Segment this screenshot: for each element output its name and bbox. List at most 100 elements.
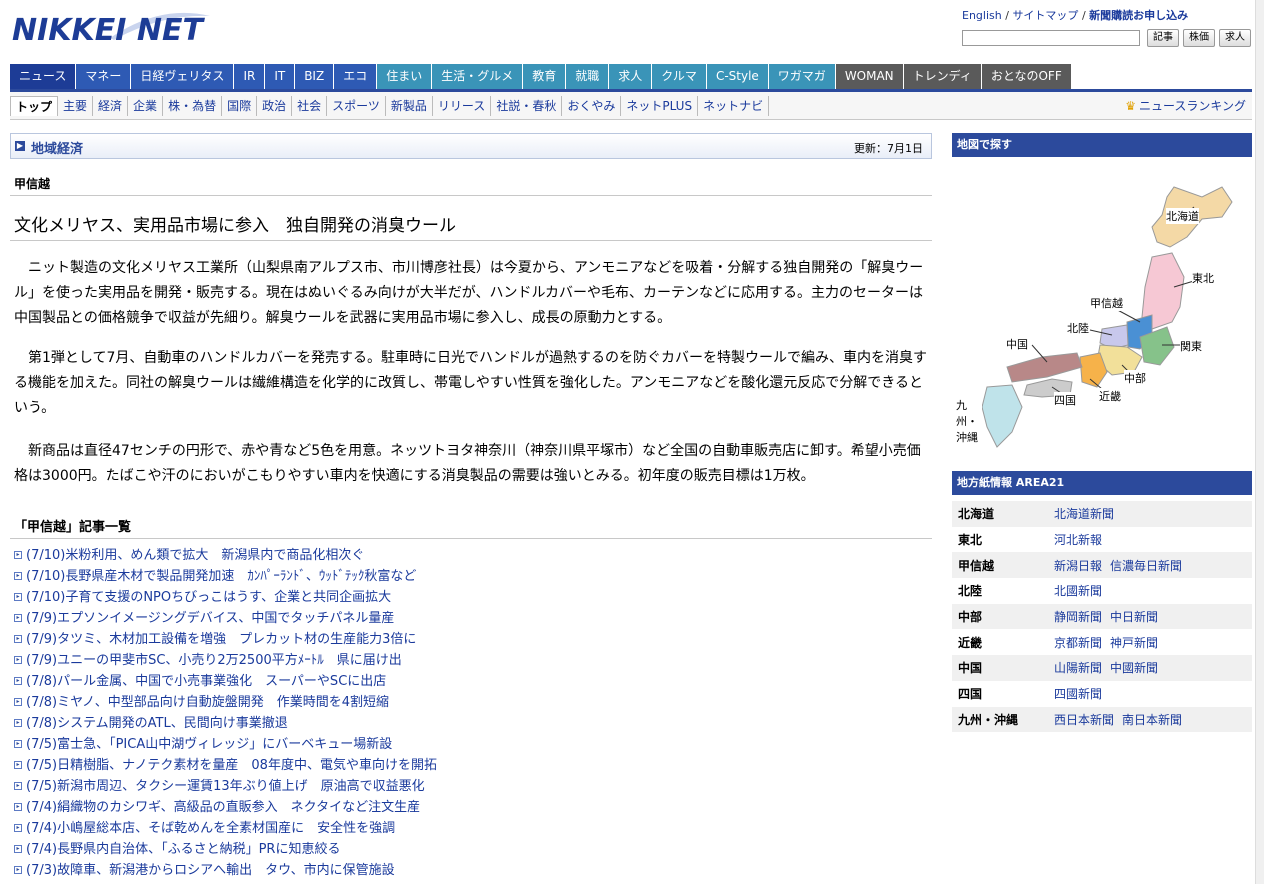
main-nav-tab[interactable]: ニュース bbox=[10, 64, 76, 89]
search-articles-button[interactable]: 記事 bbox=[1147, 29, 1179, 47]
sub-nav-tab[interactable]: リリース bbox=[433, 96, 492, 116]
list-item[interactable]: ▸ (7/9)ユニーの甲斐市SC、小売り2万2500平方ﾒｰﾄﾙ 県に届け出 bbox=[14, 650, 437, 671]
sub-nav-tab[interactable]: トップ bbox=[10, 96, 59, 116]
list-item[interactable]: ▸ (7/8)システム開発のATL、民間向け事業撤退 bbox=[14, 713, 437, 734]
sub-nav-tab[interactable]: 政治 bbox=[257, 96, 293, 116]
main-nav-tab[interactable]: 教育 bbox=[523, 64, 566, 89]
article-link[interactable]: (7/10)子育て支援のNPOちびっこはうす、企業と共同企画拡大 bbox=[26, 590, 391, 605]
list-item[interactable]: ▸ (7/5)日精樹脂、ナノテク素材を量産 08年度中、電気や車向けを開拓 bbox=[14, 755, 437, 776]
newspaper-link[interactable]: 河北新報 bbox=[1054, 533, 1102, 547]
list-item[interactable]: ▸ (7/4)長野県内自治体、「ふるさと納税」PRに知恵絞る bbox=[14, 839, 437, 860]
main-nav-tab[interactable]: マネー bbox=[76, 64, 131, 89]
sub-nav-tab[interactable]: ネットPLUS bbox=[621, 96, 699, 116]
article-link[interactable]: (7/10)長野県産木材で製品開発加速 ｶﾝﾊﾟｰﾗﾝﾄﾞ、ｳｯﾄﾞﾃｯｸ秋富な… bbox=[26, 569, 416, 584]
article-link[interactable]: (7/10)米粉利用、めん類で拡大 新潟県内で商品化相次ぐ bbox=[26, 548, 364, 563]
sub-nav-tab[interactable]: 主要 bbox=[58, 96, 94, 116]
map-label-kinki[interactable]: 近畿 bbox=[1099, 388, 1121, 404]
sub-nav-tab[interactable]: スポーツ bbox=[327, 96, 386, 116]
list-item[interactable]: ▸ (7/8)ミヤノ、中型部品向け自動旋盤開発 作業時間を4割短縮 bbox=[14, 692, 437, 713]
kyushu-okinawa-region[interactable] bbox=[981, 384, 1023, 448]
newspaper-link[interactable]: 静岡新聞 bbox=[1054, 610, 1102, 624]
sitemap-link[interactable]: サイトマップ bbox=[1012, 9, 1078, 22]
sub-nav-tab[interactable]: 社説・春秋 bbox=[491, 96, 563, 116]
main-nav-tab[interactable]: 生活・グルメ bbox=[432, 64, 523, 89]
newspaper-link[interactable]: 新潟日報 bbox=[1054, 559, 1102, 573]
sub-nav-tab[interactable]: 企業 bbox=[128, 96, 164, 116]
sub-nav-tab[interactable]: おくやみ bbox=[562, 96, 622, 116]
main-nav-tab[interactable]: IR bbox=[234, 64, 265, 89]
newspaper-link[interactable]: 信濃毎日新聞 bbox=[1110, 559, 1182, 573]
main-nav-tab[interactable]: トレンディ bbox=[903, 64, 981, 89]
map-label-kanto[interactable]: 関東 bbox=[1180, 338, 1202, 354]
main-nav-tab[interactable]: 求人 bbox=[609, 64, 652, 89]
list-item[interactable]: ▸ (7/10)子育て支援のNPOちびっこはうす、企業と共同企画拡大 bbox=[14, 587, 437, 608]
list-item[interactable]: ▸ (7/9)タツミ、木材加工設備を増強 プレカット材の生産能力3倍に bbox=[14, 629, 437, 650]
search-input[interactable] bbox=[962, 30, 1140, 46]
main-nav-tab[interactable]: 住まい bbox=[377, 64, 432, 89]
article-link[interactable]: (7/4)長野県内自治体、「ふるさと納税」PRに知恵絞る bbox=[26, 842, 340, 857]
article-link[interactable]: (7/5)富士急、「PICA山中湖ヴィレッジ」にバーベキュー場新設 bbox=[26, 737, 392, 752]
article-link[interactable]: (7/8)パール金属、中国で小売事業強化 スーパーやSCに出店 bbox=[26, 674, 386, 689]
map-label-tohoku[interactable]: 東北 bbox=[1192, 270, 1214, 286]
main-nav-tab[interactable]: エコ bbox=[334, 64, 377, 89]
news-ranking-link[interactable]: ♛ ニュースランキング bbox=[1125, 97, 1246, 114]
main-nav-tab[interactable]: WOMAN bbox=[835, 64, 903, 89]
main-nav-tab[interactable]: C-Style bbox=[706, 64, 768, 89]
newspaper-link[interactable]: 京都新聞 bbox=[1054, 636, 1102, 650]
article-link[interactable]: (7/4)絹織物のカシワギ、高級品の直販参入 ネクタイなど注文生産 bbox=[26, 800, 420, 815]
main-nav-tab[interactable]: 日経ヴェリタス bbox=[131, 64, 234, 89]
article-link[interactable]: (7/4)小嶋屋総本店、そば乾めんを全素材国産に 安全性を強調 bbox=[26, 821, 395, 836]
map-label-hokuriku[interactable]: 北陸 bbox=[1067, 320, 1089, 336]
list-item[interactable]: ▸ (7/3)故障車、新潟港からロシアへ輸出 タウ、市内に保管施設 bbox=[14, 860, 437, 881]
map-label-chugoku[interactable]: 中国 bbox=[1006, 336, 1028, 352]
list-item[interactable]: ▸ (7/10)長野県産木材で製品開発加速 ｶﾝﾊﾟｰﾗﾝﾄﾞ、ｳｯﾄﾞﾃｯｸ秋富… bbox=[14, 566, 437, 587]
list-item[interactable]: ▸ (7/10)米粉利用、めん類で拡大 新潟県内で商品化相次ぐ bbox=[14, 545, 437, 566]
main-nav-tab[interactable]: IT bbox=[265, 64, 295, 89]
article-link[interactable]: (7/9)タツミ、木材加工設備を増強 プレカット材の生産能力3倍に bbox=[26, 632, 416, 647]
newspaper-link[interactable]: 北國新聞 bbox=[1054, 584, 1102, 598]
newspaper-link[interactable]: 西日本新聞 bbox=[1054, 713, 1114, 727]
list-item[interactable]: ▸ (7/4)絹織物のカシワギ、高級品の直販参入 ネクタイなど注文生産 bbox=[14, 797, 437, 818]
main-nav-tab[interactable]: クルマ bbox=[652, 64, 706, 89]
article-link[interactable]: (7/9)ユニーの甲斐市SC、小売り2万2500平方ﾒｰﾄﾙ 県に届け出 bbox=[26, 653, 402, 668]
newspaper-link[interactable]: 四國新聞 bbox=[1054, 687, 1102, 701]
sub-nav-tab[interactable]: 社会 bbox=[292, 96, 328, 116]
main-nav-tab[interactable]: 就職 bbox=[566, 64, 609, 89]
sub-nav-tab[interactable]: 株・為替 bbox=[163, 96, 223, 116]
map-label-shikoku[interactable]: 四国 bbox=[1054, 392, 1076, 408]
list-item[interactable]: ▸ (7/8)パール金属、中国で小売事業強化 スーパーやSCに出店 bbox=[14, 671, 437, 692]
article-link[interactable]: (7/5)新潟市周辺、タクシー運賃13年ぶり値上げ 原油高で収益悪化 bbox=[26, 779, 425, 794]
article-link[interactable]: (7/8)ミヤノ、中型部品向け自動旋盤開発 作業時間を4割短縮 bbox=[26, 695, 389, 710]
article-link[interactable]: (7/9)エプソンイメージングデバイス、中国でタッチパネル量産 bbox=[26, 611, 394, 626]
main-nav-tab[interactable]: おとなのOFF bbox=[981, 64, 1071, 89]
sub-nav-tab[interactable]: 国際 bbox=[222, 96, 258, 116]
nikkei-net-logo[interactable]: NIKKEI NET bbox=[10, 10, 215, 48]
newspaper-link[interactable]: 北海道新聞 bbox=[1054, 507, 1114, 521]
newspaper-link[interactable]: 南日本新聞 bbox=[1122, 713, 1182, 727]
article-link[interactable]: (7/5)日精樹脂、ナノテク素材を量産 08年度中、電気や車向けを開拓 bbox=[26, 758, 437, 773]
scrollbar[interactable] bbox=[1255, 0, 1264, 884]
newspaper-link[interactable]: 中日新聞 bbox=[1110, 610, 1158, 624]
newspaper-link[interactable]: 山陽新聞 bbox=[1054, 661, 1102, 675]
search-jobs-button[interactable]: 求人 bbox=[1219, 29, 1251, 47]
search-stocks-button[interactable]: 株価 bbox=[1183, 29, 1215, 47]
main-nav-tab[interactable]: ワガマガ bbox=[768, 64, 835, 89]
newspaper-link[interactable]: 中國新聞 bbox=[1110, 661, 1158, 675]
english-link[interactable]: English bbox=[962, 9, 1002, 22]
map-label-koshinetsu[interactable]: 甲信越 bbox=[1090, 295, 1123, 311]
section-title[interactable]: 地域経済 bbox=[31, 138, 83, 157]
chugoku-region[interactable] bbox=[1006, 352, 1083, 383]
sub-nav-tab[interactable]: 新製品 bbox=[386, 96, 433, 116]
sub-nav-tab[interactable]: ネットナビ bbox=[698, 96, 770, 116]
list-item[interactable]: ▸ (7/9)エプソンイメージングデバイス、中国でタッチパネル量産 bbox=[14, 608, 437, 629]
list-item[interactable]: ▸ (7/4)小嶋屋総本店、そば乾めんを全素材国産に 安全性を強調 bbox=[14, 818, 437, 839]
map-label-hokkaido[interactable]: 北海道 bbox=[1166, 208, 1199, 224]
newspaper-link[interactable]: 神戸新聞 bbox=[1110, 636, 1158, 650]
subscribe-link[interactable]: 新聞購読お申し込み bbox=[1089, 9, 1188, 22]
map-label-kyushu-okinawa[interactable]: 九州・沖縄 bbox=[956, 398, 982, 446]
list-item[interactable]: ▸ (7/5)富士急、「PICA山中湖ヴィレッジ」にバーベキュー場新設 bbox=[14, 734, 437, 755]
article-link[interactable]: (7/8)システム開発のATL、民間向け事業撤退 bbox=[26, 716, 288, 731]
sub-nav-tab[interactable]: 経済 bbox=[93, 96, 129, 116]
japan-region-map[interactable]: 北海道 東北 甲信越 北陸 関東 中国 中部 四国 近畿 九州・沖縄 bbox=[952, 157, 1252, 457]
article-link[interactable]: (7/3)故障車、新潟港からロシアへ輸出 タウ、市内に保管施設 bbox=[26, 863, 395, 878]
